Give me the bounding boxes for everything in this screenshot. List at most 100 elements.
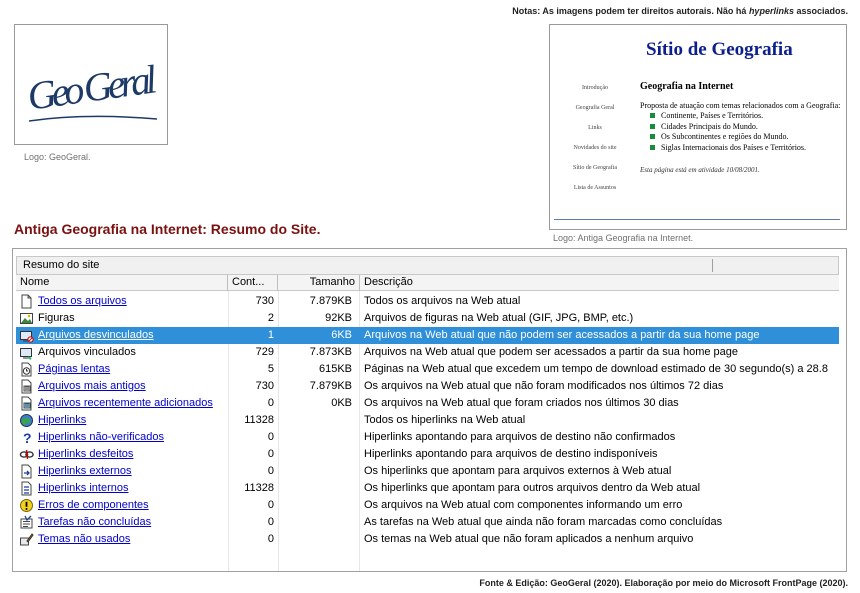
row-count: 0 xyxy=(267,465,274,477)
site-list-item: Cidades Principais do Mundo. xyxy=(650,122,806,133)
report-title-bar: Resumo do site xyxy=(16,256,839,275)
row-count: 729 xyxy=(255,346,274,358)
row-size: 7.879KB xyxy=(309,380,352,392)
old-site-screenshot: Sítio de Geografia Introdução Geografia … xyxy=(549,24,847,230)
table-row[interactable]: Hiperlinks internos 11328 Os hiperlinks qu… xyxy=(16,480,839,497)
site-nav: Introdução Geografia Geral Links Novidad… xyxy=(554,85,636,205)
table-row[interactable]: Todos os arquivos 730 7.879KB Todos os arqu… xyxy=(16,293,839,310)
row-size: 615KB xyxy=(318,363,352,375)
row-size xyxy=(278,463,356,480)
site-list: Continente, Países e Territórios. Cidade… xyxy=(650,111,806,153)
row-description: Arquivos de figuras na Web atual (GIF, J… xyxy=(364,312,634,324)
row-size xyxy=(278,429,356,446)
column-header-size[interactable]: Tamanho xyxy=(278,275,360,291)
row-count: 0 xyxy=(267,397,274,409)
row-count: 5 xyxy=(267,363,274,375)
row-description: Arquivos na Web atual que podem ser aces… xyxy=(364,346,739,358)
table-row[interactable]: Hiperlinks desfeitos 0 Hiperlinks apontand… xyxy=(16,446,839,463)
site-nav-item: Links xyxy=(588,125,602,131)
row-name[interactable]: Todos os arquivos xyxy=(16,293,228,310)
row-description: Os hiperlinks que apontam para outros ar… xyxy=(364,482,701,494)
row-size xyxy=(278,446,356,463)
row-count: 0 xyxy=(267,431,274,443)
row-name[interactable]: Arquivos desvinculados xyxy=(16,327,228,344)
column-header-description[interactable]: Descrição xyxy=(360,275,839,291)
row-count: 0 xyxy=(267,516,274,528)
row-size xyxy=(278,531,356,548)
row-description: Os arquivos na Web atual com componentes… xyxy=(364,499,683,511)
row-name[interactable]: Hiperlinks não-verificados xyxy=(16,429,228,446)
row-description: Todos os hiperlinks na Web atual xyxy=(364,414,526,426)
site-nav-item: Geografia Geral xyxy=(575,105,615,111)
row-size: 7.873KB xyxy=(309,346,352,358)
row-name[interactable]: Tarefas não concluídas xyxy=(16,514,228,531)
column-header-name[interactable]: Nome xyxy=(16,275,228,291)
row-name[interactable]: Hiperlinks xyxy=(16,412,228,429)
row-count: 0 xyxy=(267,533,274,545)
section-title: Antiga Geografia na Internet: Resumo do … xyxy=(14,221,321,237)
row-count: 0 xyxy=(267,448,274,460)
row-name[interactable]: Hiperlinks internos xyxy=(16,480,228,497)
row-size xyxy=(278,480,356,497)
row-count: 11328 xyxy=(244,482,274,494)
bullet-icon xyxy=(650,134,655,139)
site-list-item: Siglas Internacionais dos Países e Terri… xyxy=(650,143,806,154)
row-description: As tarefas na Web atual que ainda não fo… xyxy=(364,516,723,528)
table-row[interactable]: Tarefas não concluídas 0 As tarefas na Web… xyxy=(16,514,839,531)
row-size: 0KB xyxy=(331,397,352,409)
table-row[interactable]: Arquivos mais antigos 730 7.879KB Os arquiv… xyxy=(16,378,839,395)
logo-caption: Logo: GeoGeral. xyxy=(24,152,91,162)
row-name[interactable]: Erros de componentes xyxy=(16,497,228,514)
table-row[interactable]: Arquivos recentemente adicionados 0 0KB Os … xyxy=(16,395,839,412)
row-size: 7.879KB xyxy=(309,295,352,307)
row-name[interactable]: Hiperlinks desfeitos xyxy=(16,446,228,463)
row-description: Hiperlinks apontando para arquivos de de… xyxy=(364,431,676,443)
row-name[interactable]: Hiperlinks externos xyxy=(16,463,228,480)
report-title: Resumo do site xyxy=(23,259,100,271)
row-size xyxy=(278,412,356,429)
row-count: 730 xyxy=(255,380,274,392)
table-row[interactable]: ? Hiperlinks não-verificados 0 Hiperlinks a… xyxy=(16,429,839,446)
column-header-count[interactable]: Cont... xyxy=(228,275,278,291)
site-divider xyxy=(554,219,840,220)
table-row[interactable]: Arquivos vinculados 729 7.873KB Arquivos na… xyxy=(16,344,839,361)
row-name[interactable]: Páginas lentas xyxy=(16,361,228,378)
site-intro: Proposta de atuação com temas relacionad… xyxy=(640,101,841,110)
site-summary-report: Resumo do site Nome Cont... Tamanho Desc… xyxy=(12,248,847,572)
row-description: Todos os arquivos na Web atual xyxy=(364,295,521,307)
table-row[interactable]: Hiperlinks externos 0 Os hiperlinks que ap… xyxy=(16,463,839,480)
site-footer: Esta página está em atividade 10/08/2001… xyxy=(640,166,760,174)
row-description: Hiperlinks apontando para arquivos de de… xyxy=(364,448,658,460)
row-size xyxy=(278,497,356,514)
site-nav-item: Introdução xyxy=(582,85,608,91)
table-row[interactable]: Hiperlinks 11328 Todos os hiperlinks na We… xyxy=(16,412,839,429)
table-row[interactable]: Temas não usados 0 Os temas na Web atual q… xyxy=(16,531,839,548)
row-name: Figuras xyxy=(38,312,75,324)
source-credit: Fonte & Edição: GeoGeral (2020). Elabora… xyxy=(479,578,848,588)
site-title: Sítio de Geografia xyxy=(646,39,793,60)
row-name[interactable]: Arquivos recentemente adicionados xyxy=(16,395,228,412)
table-row[interactable]: Erros de componentes 0 Os arquivos na Web … xyxy=(16,497,839,514)
row-description: Os arquivos na Web atual que foram criad… xyxy=(364,397,679,409)
row-description: Arquivos na Web atual que não podem ser … xyxy=(364,329,760,341)
row-size xyxy=(278,514,356,531)
row-name[interactable]: Arquivos mais antigos xyxy=(16,378,228,395)
row-count: 1 xyxy=(267,329,274,341)
row-count: 2 xyxy=(267,312,274,324)
row-count: 11328 xyxy=(244,414,274,426)
row-description: Os arquivos na Web atual que não foram m… xyxy=(364,380,724,392)
bullet-icon xyxy=(650,144,655,150)
site-list-item: Continente, Países e Territórios. xyxy=(650,111,806,122)
screenshot-caption: Logo: Antiga Geografia na Internet. xyxy=(553,233,694,243)
table-row[interactable]: Páginas lentas 5 615KB Páginas na Web atual… xyxy=(16,361,839,378)
geogeral-logo: Geo Geral xyxy=(14,24,168,145)
row-description: Os temas na Web atual que não foram apli… xyxy=(364,533,694,545)
row-description: Os hiperlinks que apontam para arquivos … xyxy=(364,465,672,477)
title-separator xyxy=(712,259,713,272)
table-row[interactable]: Figuras 2 92KB Arquivos de figuras na Web a… xyxy=(16,310,839,327)
table-row[interactable]: Arquivos desvinculados 1 6KB Arquivos na We… xyxy=(16,327,839,344)
row-name[interactable]: Temas não usados xyxy=(16,531,228,548)
bullet-icon xyxy=(650,123,655,129)
logo-text: Geo Geral xyxy=(25,56,160,119)
row-count: 0 xyxy=(267,499,274,511)
